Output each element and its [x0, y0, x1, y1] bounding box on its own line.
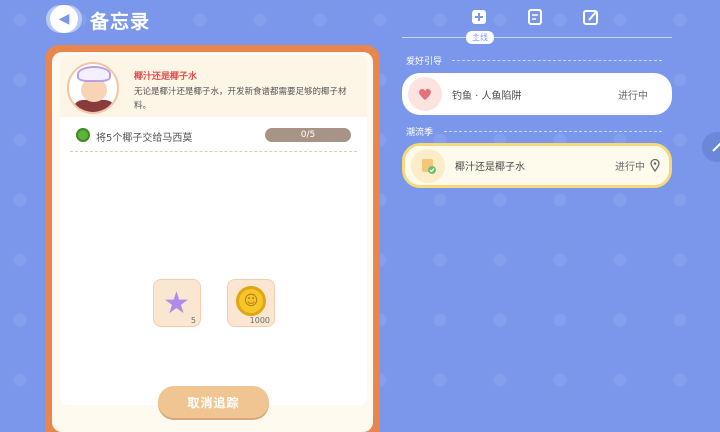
npc-avatar — [67, 62, 119, 114]
list-item-label: 钓鱼 · 人鱼陷阱 — [452, 90, 522, 102]
section-label-season: 潮流季 — [406, 128, 434, 138]
section-divider — [444, 131, 662, 132]
edit-icon[interactable] — [580, 6, 602, 28]
section-label-hobby: 爱好引导 — [406, 57, 443, 67]
cancel-tracking-button[interactable]: 取消追踪 — [158, 386, 269, 418]
note-check-icon — [411, 148, 445, 183]
reward-coin[interactable]: ☺ 1000 — [227, 279, 275, 327]
list-item-label: 椰汁还是椰子水 — [455, 162, 525, 173]
quest-description: 无论是椰汁还是椰子水，开发新食谱都需要足够的椰子材料。 — [134, 87, 347, 111]
heart-icon — [408, 77, 442, 111]
page-title: 备忘录 — [90, 11, 151, 33]
task-divider — [70, 151, 357, 152]
back-arrow-icon: ◀ — [50, 5, 78, 33]
coin-icon: ☺ — [236, 286, 266, 316]
list-item-fishing[interactable]: 钓鱼 · 人鱼陷阱 进行中 — [402, 73, 672, 115]
task-progress: 0/5 — [265, 128, 351, 142]
section-divider — [452, 60, 662, 61]
reward-count: 1000 — [249, 316, 270, 325]
reward-count: 5 — [190, 316, 196, 325]
back-button[interactable]: ◀ — [46, 5, 82, 33]
coconut-icon — [76, 128, 90, 142]
star-icon: ★ — [163, 286, 190, 321]
reward-star[interactable]: ★ 5 — [153, 279, 201, 327]
document-icon[interactable] — [524, 6, 546, 28]
list-item-status: 进行中 — [615, 162, 645, 173]
quest-title: 椰汁还是椰子水 — [134, 72, 198, 82]
task-text: 将5个椰子交给马西莫 — [96, 133, 193, 144]
list-item-status: 进行中 — [618, 90, 648, 102]
tab-bar — [468, 6, 602, 28]
tab-divider — [402, 37, 672, 38]
main-quest-icon[interactable] — [468, 6, 490, 28]
location-pin-icon — [650, 159, 660, 172]
list-item-coconut[interactable]: 椰汁还是椰子水 进行中 — [402, 143, 672, 188]
